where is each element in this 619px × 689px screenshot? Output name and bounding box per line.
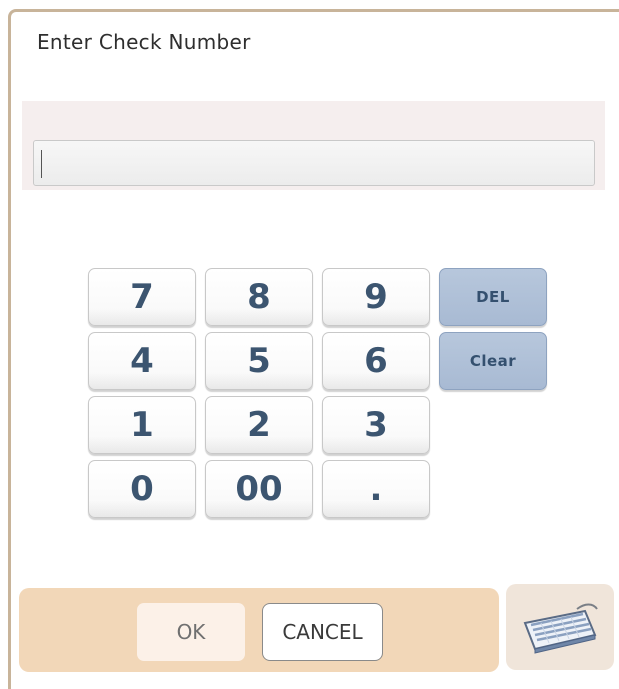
key-7[interactable]: 7 <box>88 268 196 326</box>
key-9[interactable]: 9 <box>322 268 430 326</box>
key-2[interactable]: 2 <box>205 396 313 454</box>
keyboard-icon <box>523 603 598 654</box>
key-00[interactable]: 00 <box>205 460 313 518</box>
key-0[interactable]: 0 <box>88 460 196 518</box>
key-decimal[interactable]: . <box>322 460 430 518</box>
keyboard-toggle-button[interactable] <box>506 584 614 670</box>
key-1[interactable]: 1 <box>88 396 196 454</box>
key-5[interactable]: 5 <box>205 332 313 390</box>
ok-button[interactable]: OK <box>137 603 245 661</box>
clear-button[interactable]: Clear <box>439 332 547 390</box>
check-number-input[interactable] <box>33 140 595 186</box>
key-3[interactable]: 3 <box>322 396 430 454</box>
key-8[interactable]: 8 <box>205 268 313 326</box>
del-button[interactable]: DEL <box>439 268 547 326</box>
text-caret <box>41 150 42 178</box>
footer-bar <box>19 588 499 672</box>
cancel-button[interactable]: CANCEL <box>262 603 383 661</box>
key-6[interactable]: 6 <box>322 332 430 390</box>
key-4[interactable]: 4 <box>88 332 196 390</box>
dialog-title: Enter Check Number <box>37 30 251 54</box>
